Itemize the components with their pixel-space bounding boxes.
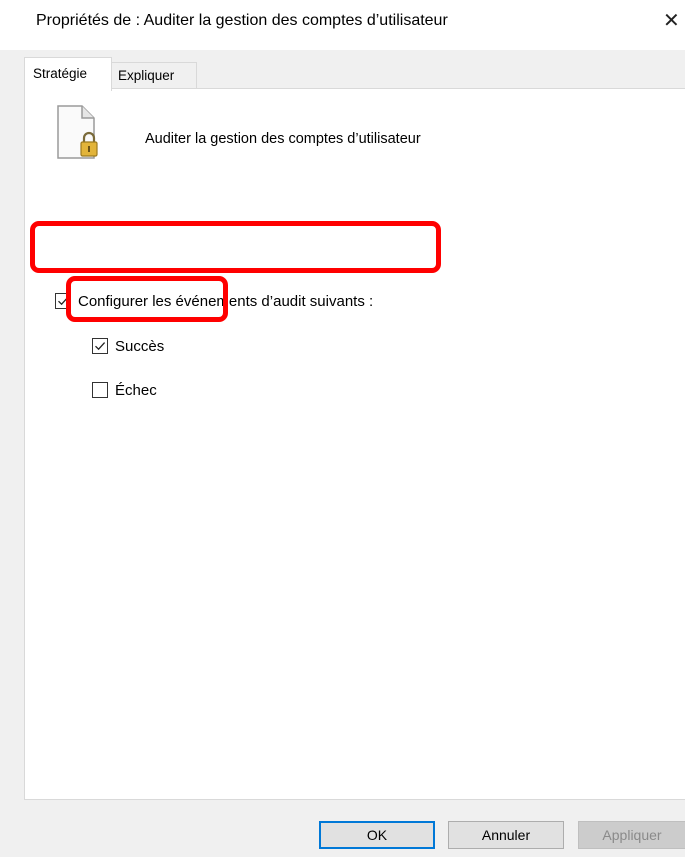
checkbox-box[interactable] [92, 338, 108, 354]
close-icon: ✕ [663, 10, 680, 32]
check-mark-icon [95, 342, 106, 351]
properties-dialog: Propriétés de : Auditer la gestion des c… [0, 0, 685, 857]
configure-audit-events-checkbox[interactable]: Configurer les événements d’audit suivan… [55, 292, 395, 314]
tab-panel-strategie: Auditer la gestion des comptes d’utilisa… [24, 88, 685, 800]
ok-button[interactable]: OK [319, 821, 435, 849]
cancel-button[interactable]: Annuler [448, 821, 564, 849]
dialog-button-bar: OK Annuler Appliquer [0, 821, 685, 851]
window-title: Propriétés de : Auditer la gestion des c… [36, 12, 448, 29]
title-bar: Propriétés de : Auditer la gestion des c… [0, 0, 685, 50]
success-label: Succès [115, 338, 165, 355]
close-button[interactable]: ✕ [663, 6, 685, 38]
apply-button[interactable]: Appliquer [578, 821, 685, 849]
tab-expliquer[interactable]: Expliquer [112, 62, 197, 88]
check-mark-icon [58, 297, 69, 306]
dialog-client-area: Stratégie Expliquer Auditer la gestion d… [0, 50, 685, 857]
checkbox-box[interactable] [55, 293, 71, 309]
success-checkbox[interactable]: Succès [92, 337, 202, 359]
configure-audit-events-label: Configurer les événements d’audit suivan… [78, 293, 374, 310]
policy-document-lock-icon [55, 104, 99, 160]
tab-strategie[interactable]: Stratégie [24, 57, 112, 91]
checkbox-box[interactable] [92, 382, 108, 398]
failure-checkbox[interactable]: Échec [92, 381, 202, 403]
failure-label: Échec [115, 382, 157, 399]
policy-name-label: Auditer la gestion des comptes d’utilisa… [145, 131, 421, 147]
